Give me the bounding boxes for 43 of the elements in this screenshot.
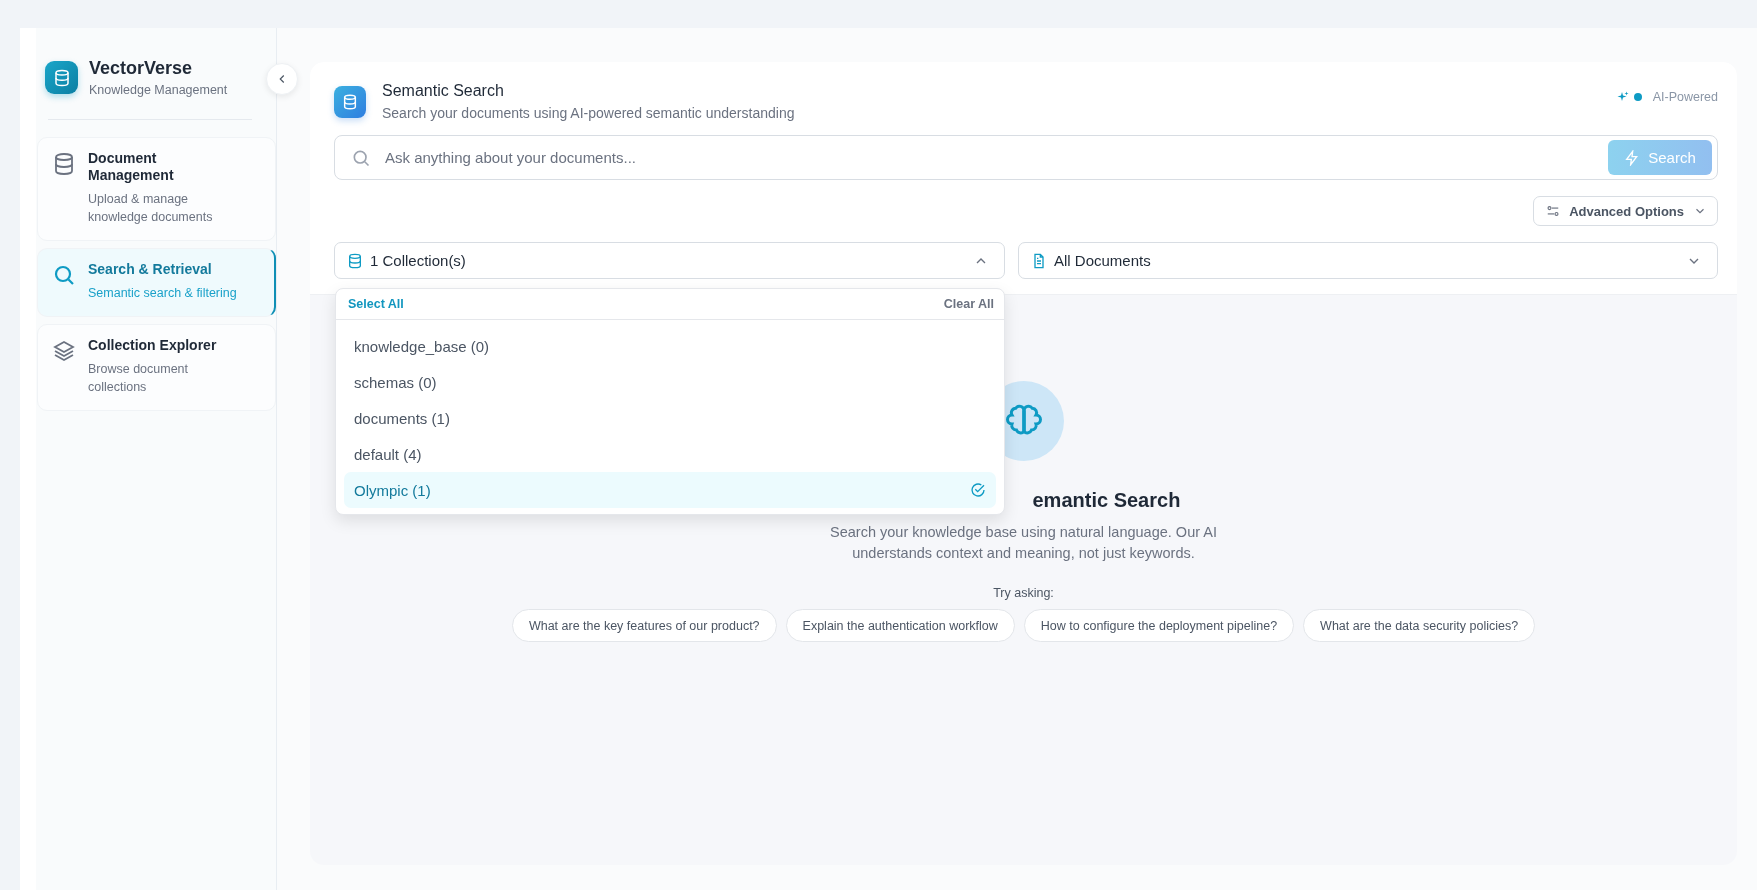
nav-item[interactable]: Search & Retrieval Semantic search & filtering	[37, 248, 276, 317]
app-logo-icon	[45, 61, 78, 94]
suggestion-chip[interactable]: Explain the authentication workflow	[785, 609, 1015, 642]
empty-state-description: Search your knowledge base using natural language. Our AI understands context and meaning, not just keywords.	[829, 523, 1218, 563]
app-title: VectorVerse	[89, 58, 194, 79]
page-subtitle: Search your documents using AI-powered semantic understanding	[382, 105, 796, 121]
page-title: Semantic Search	[382, 82, 505, 100]
clear-all-link[interactable]: Clear All	[943, 295, 994, 313]
nav-item-description: Semantic search & filtering	[88, 285, 237, 302]
database-icon	[347, 252, 363, 269]
lightning-icon	[1624, 149, 1641, 166]
advanced-options-button[interactable]: Advanced Options	[1533, 196, 1718, 226]
database-icon	[52, 152, 76, 176]
suggestion-chip[interactable]: How to configure the deployment pipeline?	[1023, 609, 1295, 642]
app-subtitle: Knowledge Management	[89, 83, 228, 97]
document-select[interactable]: All Documents	[1018, 242, 1718, 279]
collection-select[interactable]: 1 Collection(s)	[334, 242, 1005, 279]
collection-option[interactable]: Olympic (1)	[344, 472, 996, 508]
nav-item[interactable]: Document Management Upload & manage knowledge documents	[37, 137, 276, 241]
nav-item-description: Browse document collections	[88, 361, 190, 396]
nav-item-title: Search & Retrieval	[88, 261, 213, 278]
collapse-sidebar-button[interactable]	[266, 63, 298, 95]
search-icon	[52, 263, 76, 287]
collection-option[interactable]: documents (1)	[344, 400, 996, 436]
select-all-link[interactable]: Select All	[348, 295, 404, 313]
collection-option[interactable]: default (4)	[344, 436, 996, 472]
database-icon	[334, 85, 366, 118]
nav-item-title: Document Management	[88, 150, 175, 184]
collection-option[interactable]: knowledge_base (0)	[344, 328, 996, 364]
empty-state-title: emantic Search	[1032, 489, 1181, 512]
sliders-icon	[1546, 204, 1561, 218]
suggestion-chip[interactable]: What are the data security policies?	[1303, 609, 1536, 642]
collection-option[interactable]: schemas (0)	[344, 364, 996, 400]
suggestion-chip[interactable]: What are the key features of our product?	[511, 609, 777, 642]
document-icon	[1031, 252, 1047, 269]
nav-item-title: Collection Explorer	[88, 337, 218, 354]
nav-item[interactable]: Collection Explorer Browse document collections	[37, 324, 276, 411]
nav-item-description: Upload & manage knowledge documents	[88, 191, 214, 226]
ai-powered-label: AI-Powered	[1652, 90, 1718, 104]
status-dot	[1633, 93, 1642, 101]
check-circle-icon	[970, 482, 986, 498]
layers-icon	[52, 339, 76, 363]
try-asking-label: Try asking:	[993, 586, 1054, 600]
